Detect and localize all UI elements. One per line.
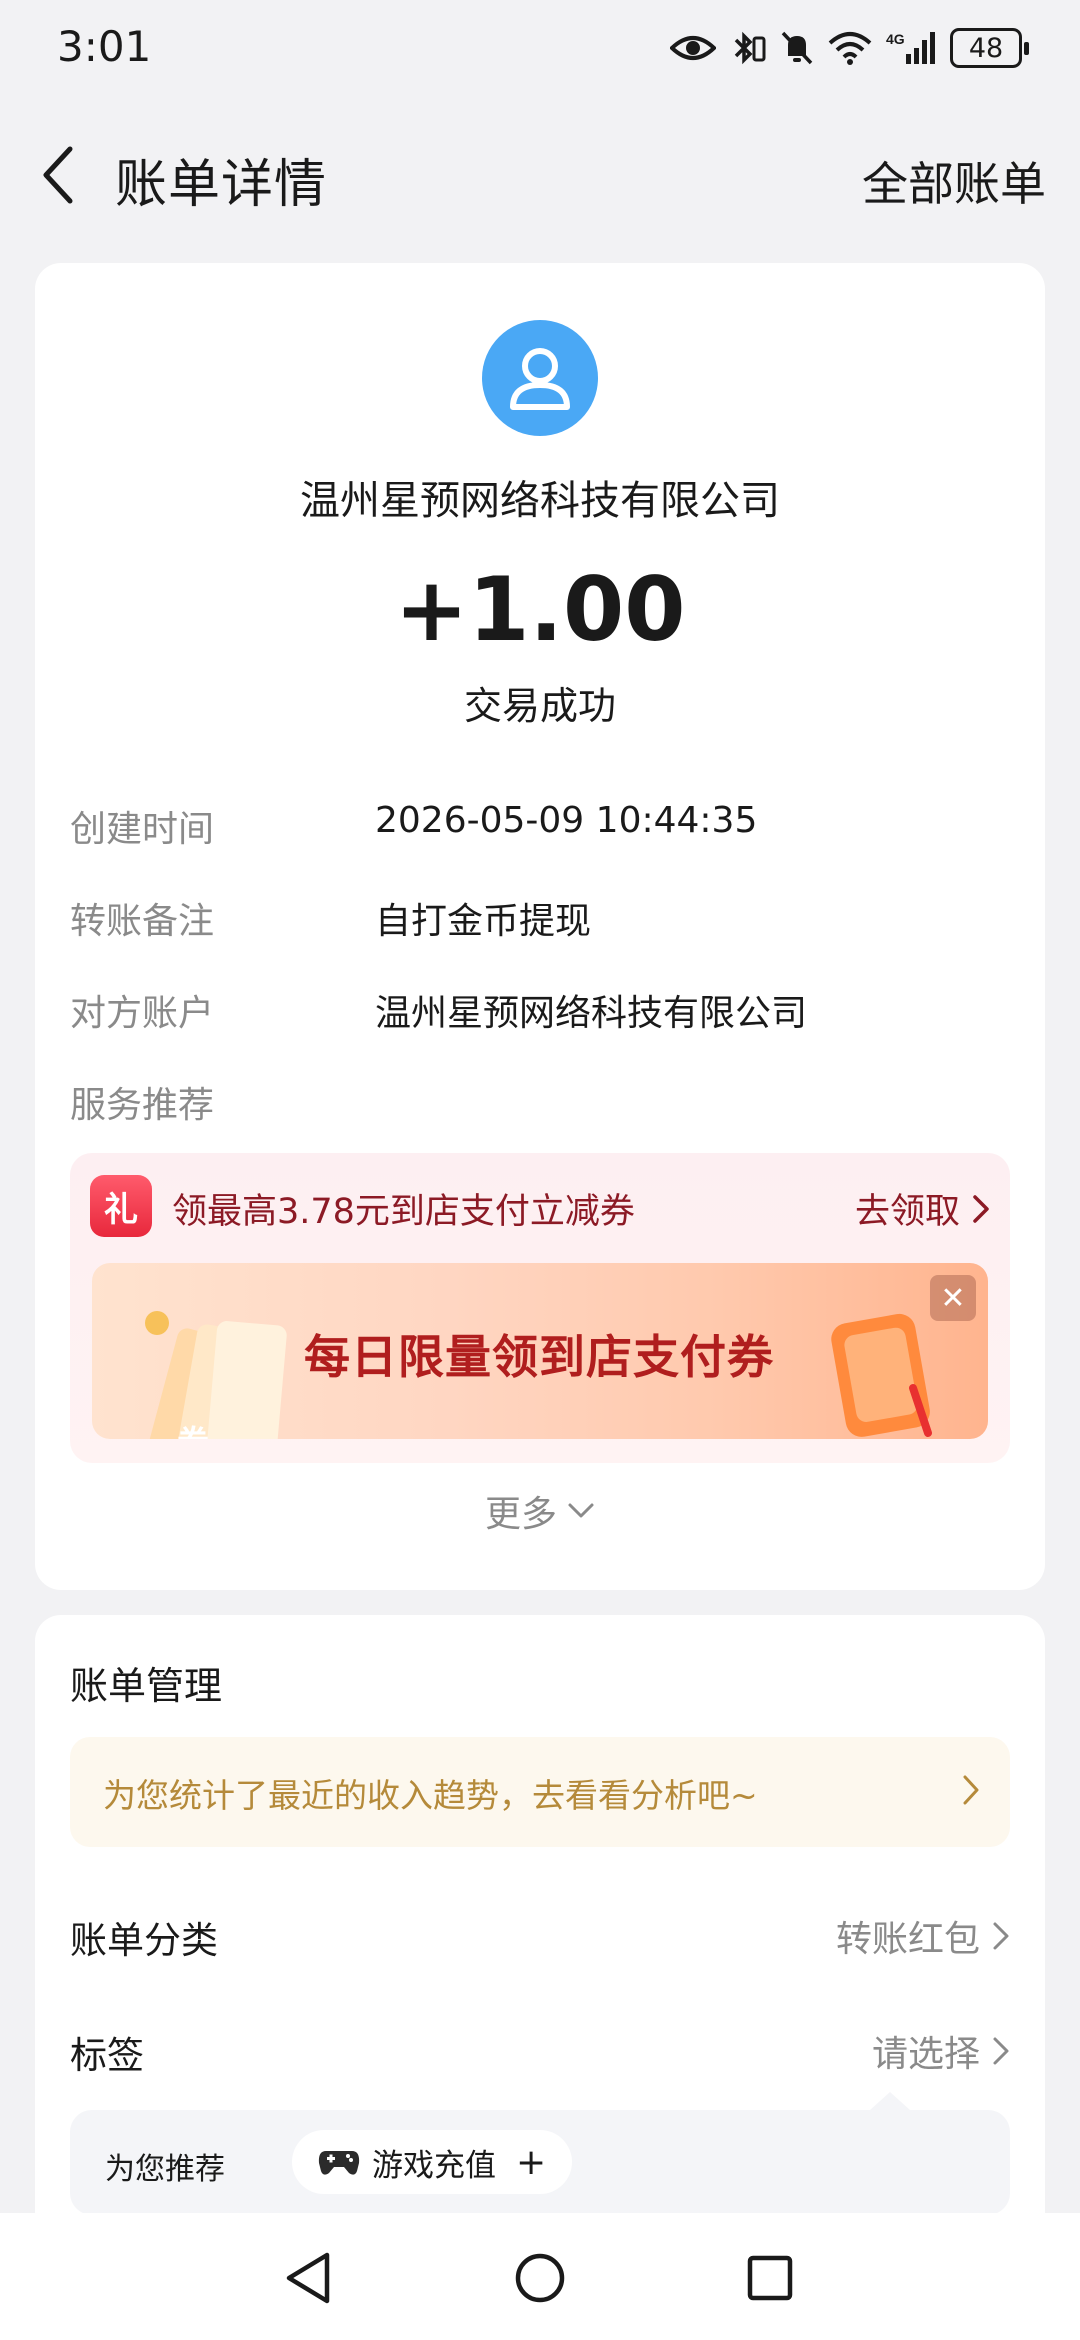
chip-label: 游戏充值	[372, 2147, 496, 2184]
status-time: 3:01	[57, 22, 152, 71]
triangle-back-icon	[286, 2252, 330, 2304]
system-nav-bar	[0, 2213, 1080, 2340]
plus-icon: +	[516, 2141, 547, 2183]
battery-level: 48	[968, 32, 1004, 64]
nav-home-button[interactable]	[505, 2243, 575, 2313]
banner-text: 每日限量领到店支付券	[304, 1330, 774, 1384]
category-label: 账单分类	[70, 1919, 218, 1962]
category-value-text: 转账红包	[835, 1919, 980, 1960]
page-title: 账单详情	[115, 155, 328, 215]
detail-row-created-time: 创建时间 2026-05-09 10:44:35	[70, 800, 1010, 860]
detail-label: 创建时间	[70, 809, 215, 850]
transaction-status: 交易成功	[463, 684, 616, 728]
recommend-chip-game-recharge[interactable]: 游戏充值 +	[292, 2130, 573, 2194]
trend-text: 为您统计了最近的收入趋势，去看看分析吧~	[103, 1776, 758, 1815]
gift-icon: 礼	[90, 1175, 152, 1237]
svg-text:4G: 4G	[886, 31, 905, 47]
more-button[interactable]: 更多	[35, 1485, 1045, 1537]
status-icons: 4G 48	[670, 28, 1029, 68]
ticket-label: 券	[177, 1423, 210, 1439]
tag-label: 标签	[70, 2034, 144, 2077]
nav-recents-button[interactable]	[735, 2243, 805, 2313]
detail-label: 对方账户	[70, 993, 215, 1034]
all-bills-link[interactable]: 全部账单	[862, 148, 1046, 214]
detail-value: 自打金币提现	[375, 901, 592, 942]
square-recents-icon	[747, 2255, 793, 2301]
coupon-text: 领最高3.78元到店支付立减券	[172, 1192, 635, 1232]
tag-row[interactable]: 标签 请选择	[70, 2015, 1010, 2095]
chevron-down-icon	[568, 1503, 594, 1518]
transaction-amount: +1.00	[394, 558, 686, 661]
phone-icon	[831, 1313, 932, 1437]
user-icon	[510, 348, 570, 410]
detail-row-counterparty: 对方账户 温州星预网络科技有限公司	[70, 984, 1010, 1044]
chevron-right-icon	[963, 1775, 979, 1805]
mute-icon	[780, 30, 814, 66]
recommend-label: 为您推荐	[105, 2152, 225, 2187]
coupon-banner[interactable]: 券 每日限量领到店支付券 ✕	[92, 1263, 988, 1439]
status-bar: 3:01 4G 48	[0, 0, 1080, 105]
category-value: 转账红包	[836, 1910, 1010, 1962]
chevron-right-icon	[973, 1194, 989, 1223]
tag-recommend-box: 为您推荐 游戏充值 +	[70, 2092, 1010, 2215]
chevron-right-icon	[993, 2037, 1009, 2065]
claim-coupon-button[interactable]: 去领取	[855, 1183, 990, 1234]
transaction-card: 温州星预网络科技有限公司 +1.00 交易成功 创建时间 2026-05-09 …	[35, 263, 1045, 1590]
eye-icon	[670, 33, 716, 63]
payer-name: 温州星预网络科技有限公司	[300, 478, 780, 524]
circle-home-icon	[515, 2253, 565, 2303]
detail-row-service: 服务推荐	[70, 1076, 1010, 1136]
gamepad-icon	[318, 2151, 360, 2175]
detail-value: 温州星预网络科技有限公司	[375, 993, 808, 1034]
tag-value-text: 请选择	[871, 2034, 980, 2075]
section-title: 账单管理	[70, 1664, 223, 1708]
coupon-promo[interactable]: 礼 领最高3.78元到店支付立减券 去领取 券 每日限量领到店支付券 ✕	[70, 1153, 1010, 1463]
chevron-left-icon	[43, 146, 73, 204]
claim-label: 去领取	[854, 1192, 960, 1232]
bill-category-row[interactable]: 账单分类 转账红包	[70, 1900, 1010, 1980]
more-label: 更多	[484, 1494, 557, 1535]
close-icon[interactable]: ✕	[930, 1275, 976, 1321]
income-trend-banner[interactable]: 为您统计了最近的收入趋势，去看看分析吧~	[70, 1737, 1010, 1847]
detail-label: 转账备注	[70, 901, 215, 942]
header: 账单详情 全部账单	[0, 120, 1080, 230]
detail-value: 2026-05-09 10:44:35	[375, 800, 758, 841]
nav-back-button[interactable]	[273, 2243, 343, 2313]
payer-avatar	[482, 320, 598, 436]
battery-icon: 48	[950, 28, 1029, 68]
ticket-icon: 券	[145, 1311, 287, 1439]
wifi-icon	[828, 31, 872, 65]
chevron-right-icon	[993, 1922, 1009, 1950]
tag-value: 请选择	[872, 2025, 1010, 2077]
signal-4g-icon: 4G	[886, 30, 936, 66]
detail-row-remark: 转账备注 自打金币提现	[70, 892, 1010, 952]
bluetooth-icon	[730, 30, 766, 66]
back-button[interactable]	[28, 142, 88, 208]
detail-label: 服务推荐	[70, 1085, 215, 1126]
